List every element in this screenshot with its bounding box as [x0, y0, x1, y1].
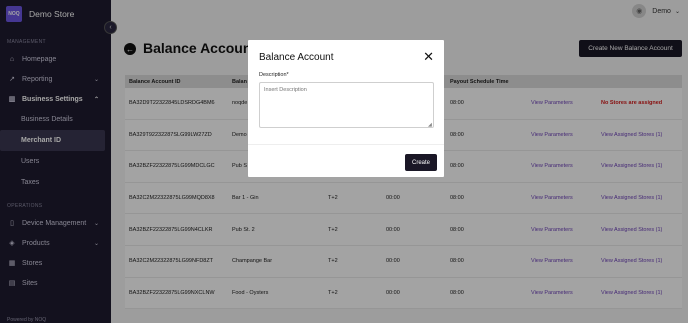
resize-handle-icon[interactable]: ◢ — [428, 122, 432, 128]
description-input[interactable] — [259, 82, 434, 128]
modal-title: Balance Account — [259, 52, 334, 63]
create-button[interactable]: Create — [405, 154, 437, 171]
balance-account-modal: Balance Account ✕ Description* ◢ Create — [248, 40, 444, 177]
modal-divider — [248, 144, 444, 145]
description-label: Description* — [259, 72, 289, 78]
close-icon[interactable]: ✕ — [423, 49, 434, 65]
